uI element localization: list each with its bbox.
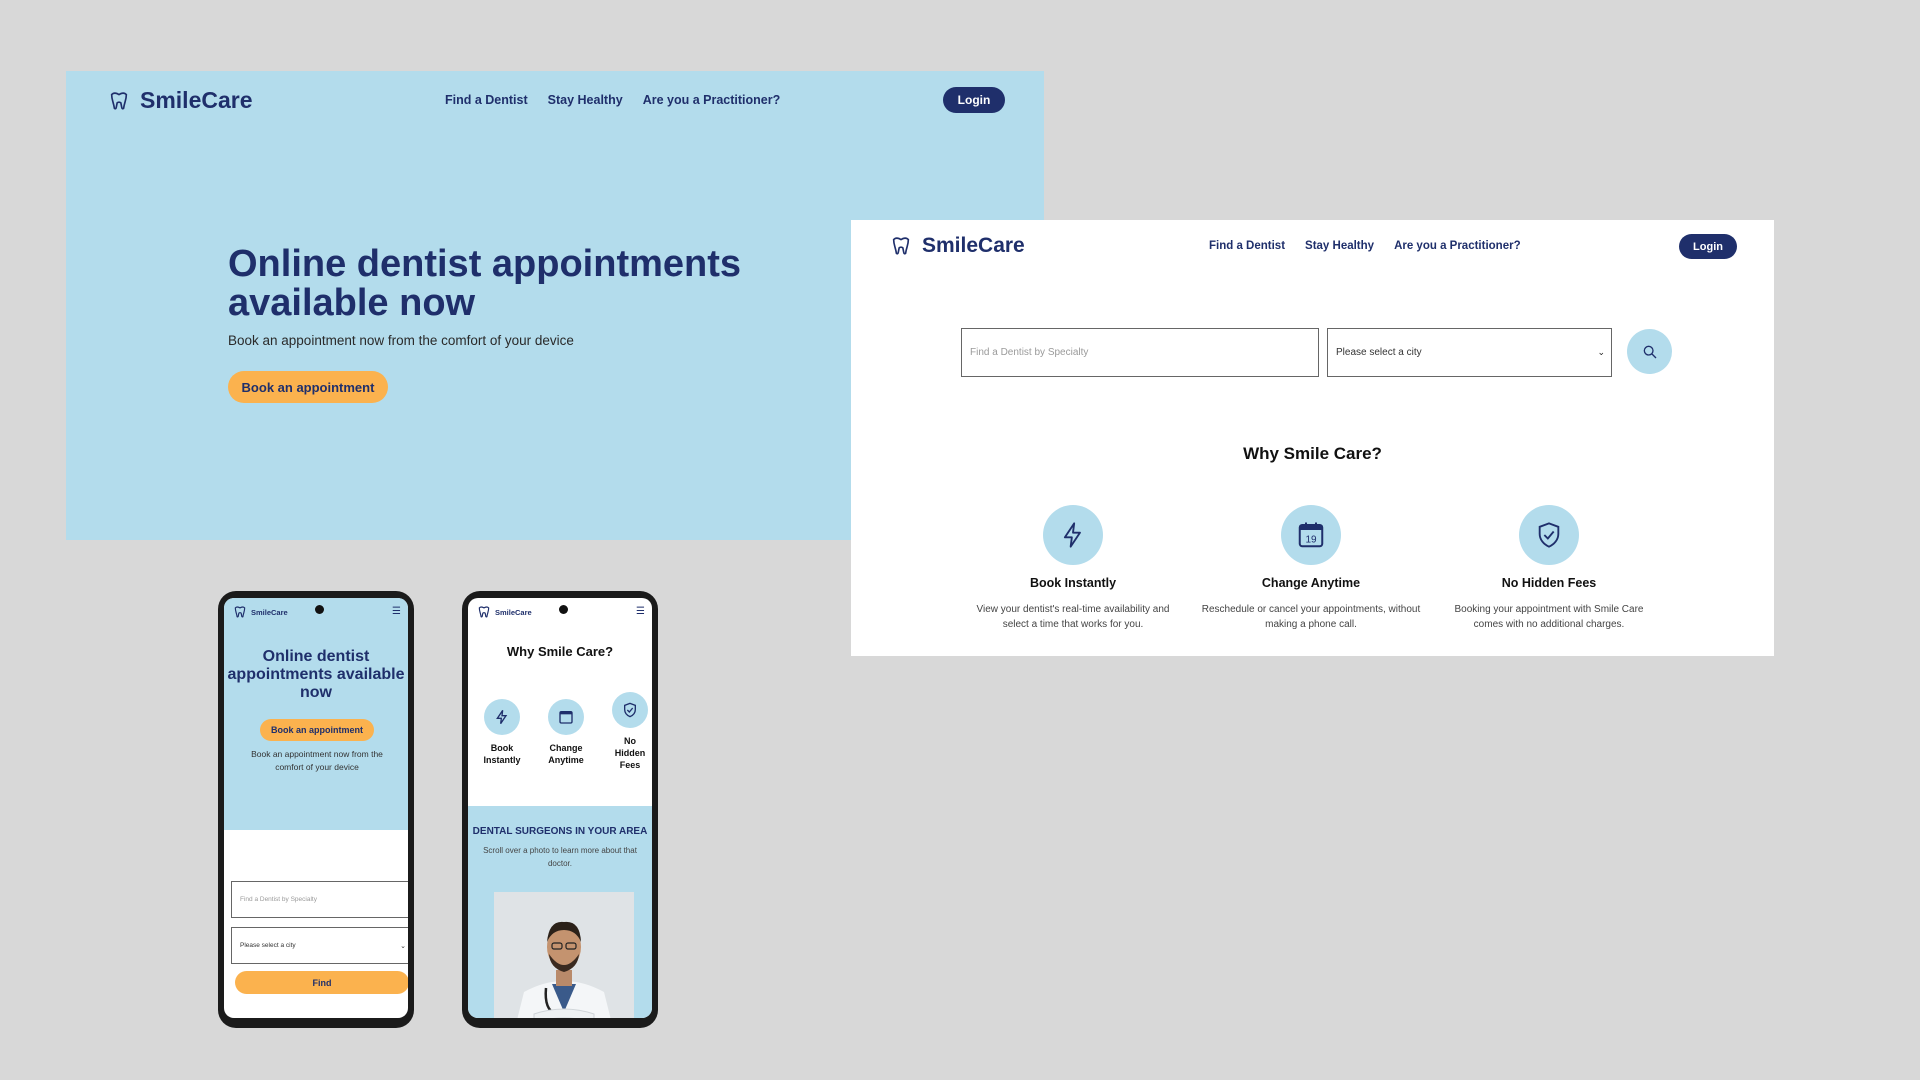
mobile-logo[interactable]: SmileCare — [477, 605, 532, 619]
nav-stay-healthy[interactable]: Stay Healthy — [1305, 240, 1374, 252]
mobile-why-title: Why Smile Care? — [506, 644, 614, 659]
feature-title: Change Anytime — [1261, 576, 1361, 590]
feature-icon-circle — [1519, 505, 1579, 565]
nav-stay-healthy[interactable]: Stay Healthy — [548, 93, 623, 107]
nav-find-dentist[interactable]: Find a Dentist — [445, 93, 528, 107]
calendar-day-label: 19 — [1305, 535, 1317, 546]
surgeons-title: DENTAL SURGEONS IN YOUR AREA — [472, 826, 648, 837]
hero-subtitle: Book an appointment now from the comfort… — [228, 333, 574, 348]
feature-book-instantly: Book Instantly View your dentist's real-… — [963, 505, 1183, 632]
search-icon — [1643, 345, 1656, 358]
logo-text: SmileCare — [140, 87, 253, 113]
calendar-icon: 19 — [1298, 522, 1324, 548]
find-button[interactable]: Find — [235, 971, 408, 994]
feature-no-hidden-fees: No Hidden Fees Booking your appointment … — [1439, 505, 1659, 632]
why-title: Why Smile Care? — [1243, 444, 1382, 463]
feature-description: View your dentist's real-time availabili… — [976, 604, 1170, 630]
nav-practitioner[interactable]: Are you a Practitioner? — [1394, 240, 1521, 252]
camera-notch — [559, 605, 568, 614]
feature-icon-circle — [1043, 505, 1103, 565]
feature-icon-circle — [548, 699, 584, 735]
mobile-phone-home: SmileCare ☰ Online dentist appointments … — [218, 591, 414, 1028]
logo-text: SmileCare — [922, 234, 1025, 257]
feature-title: No Hidden Fees — [614, 736, 646, 770]
feature-title: Book Instantly — [1029, 576, 1117, 590]
login-button[interactable]: Login — [1679, 234, 1737, 259]
feature-title: No Hidden Fees — [1501, 576, 1597, 590]
tooth-icon — [478, 606, 490, 618]
specialty-search-input[interactable]: Find a Dentist by Specialty — [231, 881, 408, 918]
mobile-hero-subtitle: Book an appointment now from the comfort… — [251, 749, 383, 772]
surgeons-subtitle: Scroll over a photo to learn more about … — [483, 846, 637, 868]
tooth-icon — [892, 237, 910, 255]
main-nav: Find a Dentist Stay Healthy Are you a Pr… — [445, 93, 780, 107]
feature-book-instantly: Book Instantly — [472, 699, 532, 766]
feature-change-anytime: 19 Change Anytime Reschedule or cancel y… — [1201, 505, 1421, 632]
login-button[interactable]: Login — [943, 87, 1005, 113]
mobile-logo[interactable]: SmileCare — [233, 605, 288, 619]
desktop-search-section: SmileCare Find a Dentist Stay Healthy Ar… — [851, 220, 1774, 656]
feature-change-anytime: Change Anytime — [536, 699, 596, 766]
search-button[interactable] — [1627, 329, 1672, 374]
logo[interactable]: SmileCare — [108, 87, 253, 114]
hamburger-menu-icon[interactable]: ☰ — [636, 606, 645, 617]
phone-screen: SmileCare ☰ Why Smile Care? Book Instant… — [468, 598, 652, 1018]
feature-title: Change Anytime — [548, 743, 584, 765]
shield-check-icon — [1538, 522, 1560, 548]
nav-find-dentist[interactable]: Find a Dentist — [1209, 240, 1285, 252]
city-select[interactable]: Please select a city ⌄ — [1327, 328, 1612, 377]
city-select-value: Please select a city — [240, 942, 296, 949]
feature-icon-circle — [484, 699, 520, 735]
feature-description: Booking your appointment with Smile Care… — [1454, 604, 1644, 630]
shield-check-icon — [624, 702, 636, 718]
doctor-photo[interactable] — [494, 892, 634, 1018]
feature-no-hidden-fees: No Hidden Fees — [600, 692, 652, 771]
mobile-hero-title: Online dentist appointments available no… — [227, 648, 405, 701]
mobile-phone-features: SmileCare ☰ Why Smile Care? Book Instant… — [462, 591, 658, 1028]
city-select-value: Please select a city — [1336, 347, 1422, 358]
book-appointment-button[interactable]: Book an appointment — [228, 371, 388, 403]
lightning-icon — [496, 709, 508, 725]
feature-icon-circle — [612, 692, 648, 728]
feature-description: Reschedule or cancel your appointments, … — [1201, 604, 1421, 630]
calendar-icon — [559, 711, 573, 724]
logo-text: SmileCare — [251, 607, 288, 617]
phone-screen: SmileCare ☰ Online dentist appointments … — [224, 598, 408, 1018]
mobile-hero — [224, 598, 408, 830]
camera-notch — [315, 605, 324, 614]
tooth-icon — [110, 91, 128, 110]
tooth-icon — [234, 606, 246, 618]
hero-title: Online dentist appointments available no… — [228, 243, 742, 324]
chevron-down-icon: ⌄ — [1597, 347, 1605, 357]
dental-surgeons-section: DENTAL SURGEONS IN YOUR AREA Scroll over… — [468, 806, 652, 1018]
chevron-down-icon: ⌄ — [400, 942, 406, 950]
specialty-search-input[interactable]: Find a Dentist by Specialty — [961, 328, 1319, 377]
hamburger-menu-icon[interactable]: ☰ — [392, 606, 401, 617]
city-select[interactable]: Please select a city ⌄ — [231, 927, 408, 964]
lightning-icon — [1063, 522, 1081, 548]
doctor-portrait-image — [494, 892, 634, 1018]
book-appointment-button[interactable]: Book an appointment — [260, 719, 374, 741]
nav-practitioner[interactable]: Are you a Practitioner? — [643, 93, 781, 107]
logo-text: SmileCare — [495, 607, 532, 617]
logo[interactable]: SmileCare — [890, 234, 1025, 258]
feature-icon-circle: 19 — [1281, 505, 1341, 565]
main-nav: Find a Dentist Stay Healthy Are you a Pr… — [1209, 240, 1521, 252]
feature-title: Book Instantly — [483, 743, 521, 765]
